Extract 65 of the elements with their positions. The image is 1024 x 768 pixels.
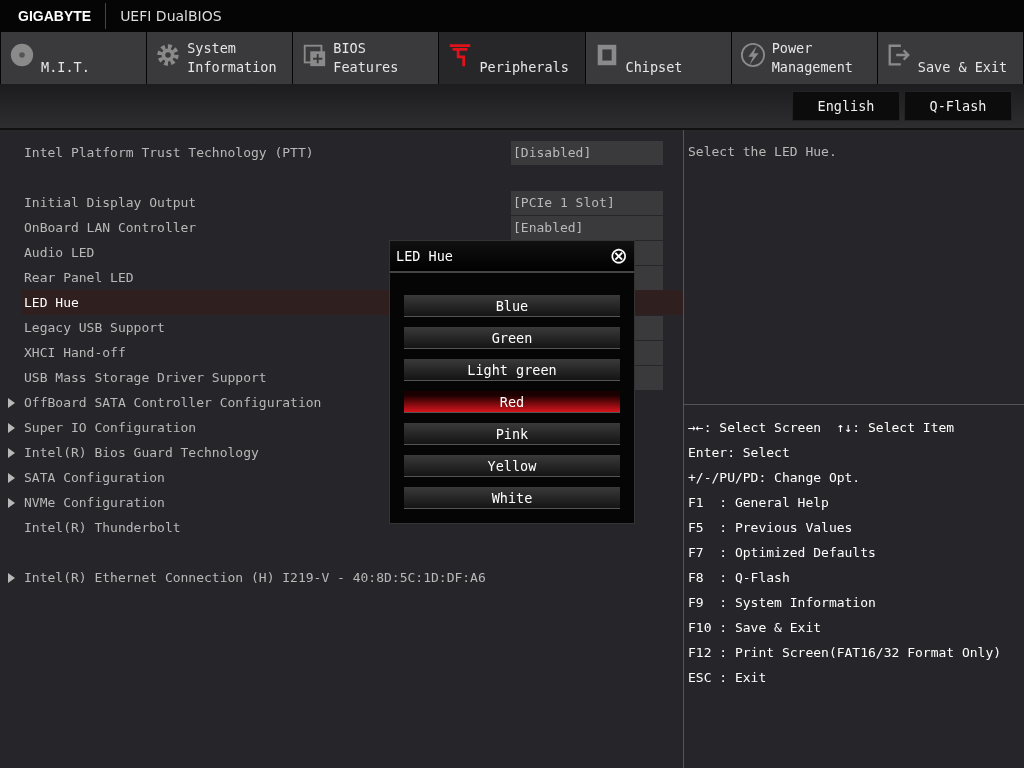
menu-tab[interactable]: Save & Exit bbox=[877, 32, 1023, 84]
menu-tab[interactable]: M.I.T. bbox=[1, 32, 147, 84]
menu-tab[interactable]: Power Management bbox=[731, 32, 877, 84]
key-help-line: F8 : Q-Flash bbox=[688, 569, 791, 587]
close-button[interactable]: ⊗ bbox=[609, 245, 628, 267]
key-help-line: →←: Select Screen ↑↓: Select Item bbox=[688, 419, 956, 437]
expand-triangle-icon bbox=[8, 422, 15, 433]
setting-value-field[interactable] bbox=[634, 265, 663, 290]
setting-label[interactable]: Audio LED bbox=[24, 245, 95, 260]
key-help-line: F1 : General Help bbox=[688, 494, 830, 512]
setting-value[interactable]: [Enabled] bbox=[511, 215, 663, 240]
setting-label[interactable]: Initial Display Output bbox=[24, 195, 197, 210]
popup-title: LED Hue bbox=[396, 248, 453, 264]
key-help-line: F12 : Print Screen(FAT16/32 Format Only) bbox=[688, 644, 1003, 662]
expand-triangle-icon bbox=[8, 497, 15, 508]
option-button[interactable]: Green bbox=[404, 327, 620, 349]
setting-label[interactable]: LED Hue bbox=[24, 295, 79, 310]
setting-value-field[interactable] bbox=[634, 365, 663, 390]
gear-icon bbox=[155, 41, 182, 68]
key-help-line: F10 : Save & Exit bbox=[688, 619, 823, 637]
setting-value-field[interactable] bbox=[634, 340, 663, 365]
expand-triangle-icon bbox=[8, 447, 15, 458]
menu-tab[interactable]: BIOS Features bbox=[293, 32, 439, 84]
disc-icon bbox=[9, 41, 35, 68]
key-help-line: F9 : System Information bbox=[688, 594, 877, 612]
bios-title: UEFI DualBIOS bbox=[120, 8, 222, 24]
expand-triangle-icon bbox=[8, 397, 15, 408]
menu-tab[interactable]: System Information bbox=[147, 32, 293, 84]
setting-label[interactable]: XHCI Hand-off bbox=[24, 345, 126, 360]
help-text: Select the LED Hue. bbox=[688, 144, 837, 159]
key-help-line: Enter: Select bbox=[688, 444, 791, 462]
setting-label[interactable]: SATA Configuration bbox=[24, 470, 165, 485]
setting-value[interactable]: [Disabled] bbox=[511, 140, 663, 165]
setting-label[interactable]: Intel(R) Ethernet Connection (H) I219-V - 40:8D:5C:1D:DF:A6 bbox=[24, 570, 486, 585]
setting-label[interactable]: Rear Panel LED bbox=[24, 270, 134, 285]
top-button[interactable]: Q-Flash bbox=[904, 91, 1012, 121]
setting-label[interactable]: Super IO Configuration bbox=[24, 420, 197, 435]
menu-tab[interactable]: Chipset bbox=[585, 32, 731, 84]
top-button[interactable]: English bbox=[792, 91, 900, 121]
setting-value-field[interactable] bbox=[634, 315, 663, 340]
setting-label[interactable]: USB Mass Storage Driver Support bbox=[24, 370, 267, 385]
setting-label[interactable]: OffBoard SATA Controller Configuration bbox=[24, 395, 322, 410]
option-button[interactable]: Light green bbox=[404, 359, 620, 381]
key-help-line: ESC : Exit bbox=[688, 669, 768, 687]
option-button[interactable]: Red bbox=[404, 391, 620, 413]
lightning-icon bbox=[739, 41, 766, 68]
option-button[interactable]: Yellow bbox=[404, 455, 620, 477]
brand-logo: GIGABYTE bbox=[18, 8, 92, 24]
key-help-line: +/-/PU/PD: Change Opt. bbox=[688, 469, 862, 487]
option-button[interactable]: Blue bbox=[404, 295, 620, 317]
key-help-line: F5 : Previous Values bbox=[688, 519, 854, 537]
setting-label[interactable]: OnBoard LAN Controller bbox=[24, 220, 197, 235]
menu-tab[interactable]: Peripherals bbox=[439, 32, 585, 84]
expand-triangle-icon bbox=[8, 572, 15, 583]
setting-label[interactable]: Legacy USB Support bbox=[24, 320, 165, 335]
setting-label[interactable]: NVMe Configuration bbox=[24, 495, 165, 510]
option-button[interactable]: White bbox=[404, 487, 620, 509]
setting-label[interactable]: Intel(R) Thunderbolt bbox=[24, 520, 181, 535]
key-help-line: F7 : Optimized Defaults bbox=[688, 544, 877, 562]
option-button[interactable]: Pink bbox=[404, 423, 620, 445]
setting-label[interactable]: Intel Platform Trust Technology (PTT) bbox=[24, 145, 314, 160]
setting-value[interactable]: [PCIe 1 Slot] bbox=[511, 190, 663, 215]
setting-value-field[interactable] bbox=[634, 240, 663, 265]
setting-label[interactable]: Intel(R) Bios Guard Technology bbox=[24, 445, 259, 460]
expand-triangle-icon bbox=[8, 472, 15, 483]
